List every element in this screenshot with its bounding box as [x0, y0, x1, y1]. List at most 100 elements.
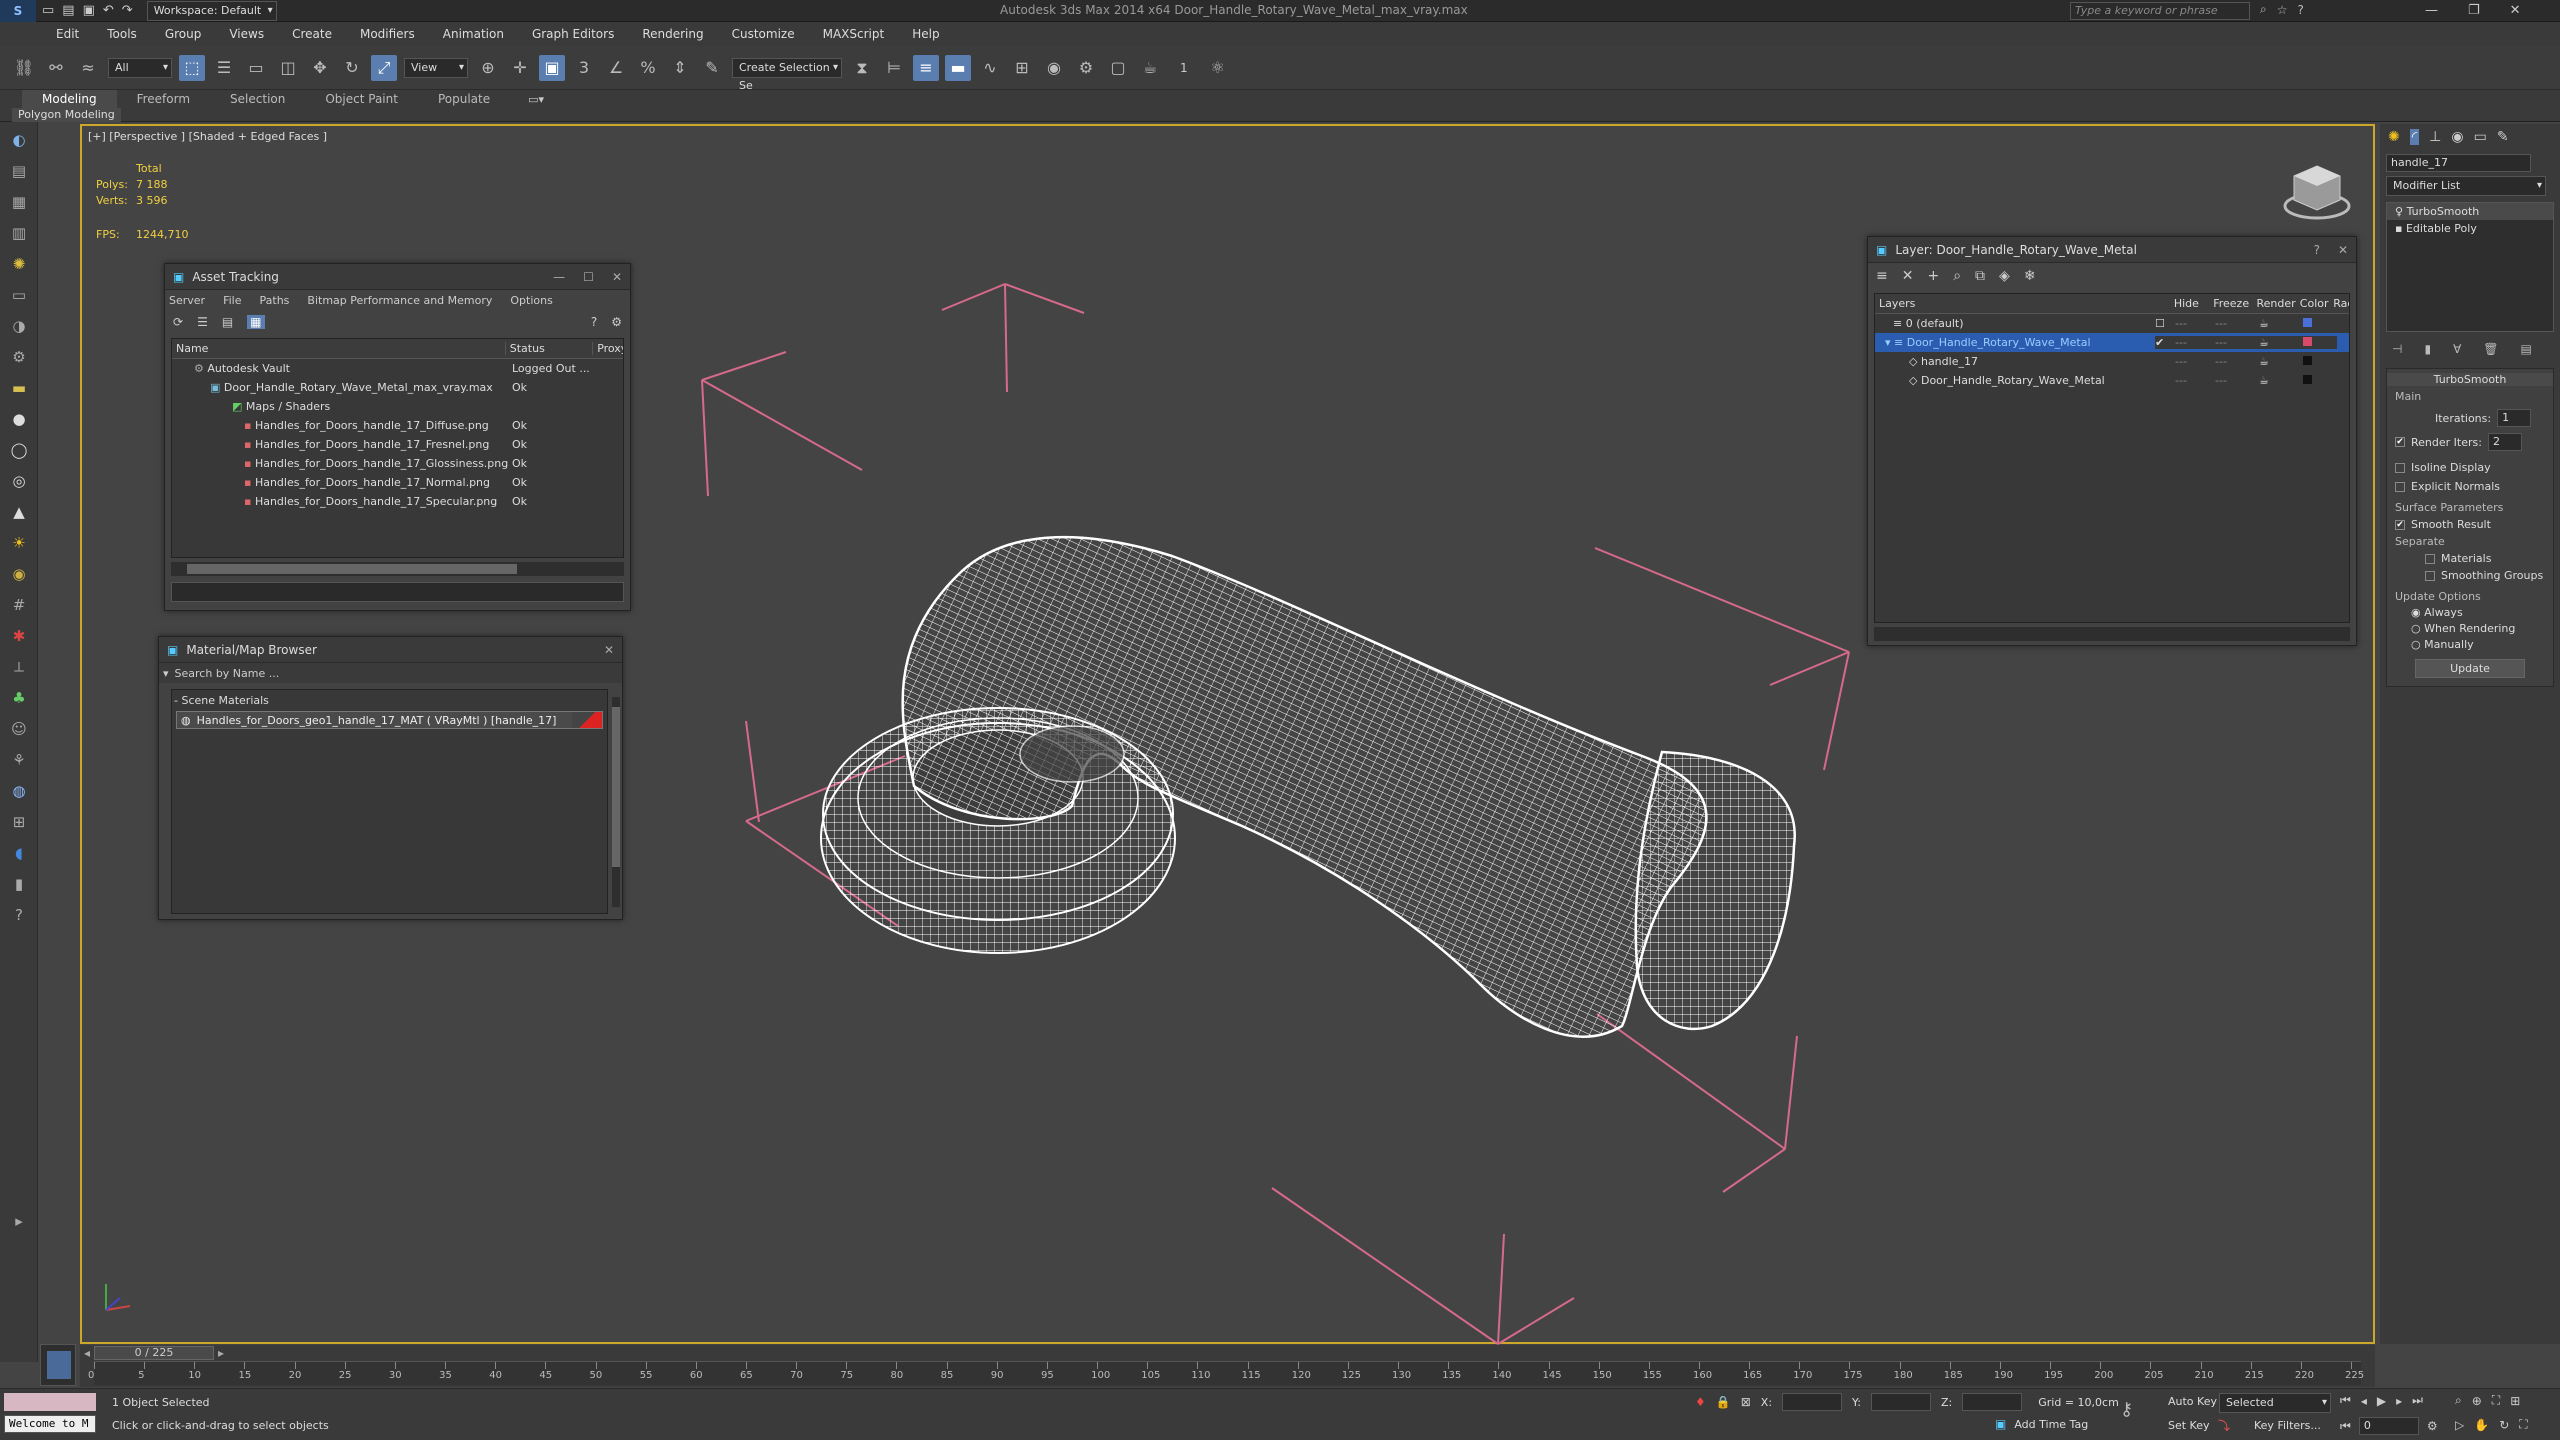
graphite-toolbar-icon[interactable]: ▬ [945, 54, 971, 81]
next-frame-icon[interactable]: ▸ [2396, 1394, 2402, 1408]
table-row[interactable]: ▪ Handles_for_Doors_handle_17_Glossiness… [172, 454, 623, 473]
rect-selection-icon[interactable]: ▭ [243, 55, 269, 81]
freeze-toggle[interactable]: --- [2215, 355, 2259, 368]
table-row[interactable]: ▣ Door_Handle_Rotary_Wave_Metal_max_vray… [172, 378, 623, 397]
percent-snap-icon[interactable]: % [635, 55, 661, 81]
close-icon[interactable]: ✕ [2510, 0, 2521, 22]
minimize-icon[interactable]: — [2425, 0, 2438, 22]
material-editor-icon[interactable]: ◉ [1041, 55, 1067, 81]
time-slider[interactable]: 0 / 225 [94, 1346, 214, 1360]
table-row[interactable]: ▪ Handles_for_Doors_handle_17_Specular.p… [172, 492, 623, 511]
render-setup-icon[interactable]: ⚙ [1073, 55, 1099, 81]
grid-icon[interactable]: # [6, 592, 32, 618]
stack-item-turbosmooth[interactable]: ♀ TurboSmooth [2387, 203, 2553, 220]
set-key-icon[interactable]: ⤵ [2218, 1417, 2230, 1434]
star-icon[interactable]: ☆ [2277, 3, 2288, 17]
x-field[interactable] [1782, 1393, 1843, 1411]
search-input[interactable]: Type a keyword or phrase [2070, 2, 2250, 20]
key-mode-dropdown[interactable]: Selected [2219, 1393, 2331, 1413]
sun-icon[interactable]: ☀ [6, 530, 32, 556]
col-layers[interactable]: Layers [1875, 297, 2170, 310]
app-logo-icon[interactable]: S [0, 0, 36, 22]
maximize-viewport-icon[interactable]: ⛶ [2519, 1417, 2527, 1432]
bulb-icon[interactable]: ♀ [2395, 205, 2407, 218]
render-icon[interactable]: ☕ [1137, 55, 1163, 81]
render-teapot-icon[interactable]: ☕ [2259, 317, 2303, 330]
rollout-title[interactable]: TurboSmooth [2387, 373, 2553, 386]
mini-listener[interactable] [40, 1344, 76, 1386]
col-render[interactable]: Render [2253, 297, 2296, 310]
smooth-result-checkbox[interactable]: ✔ [2395, 520, 2405, 530]
ribbon-options-icon[interactable]: ▭▾ [528, 93, 544, 106]
remove-modifier-icon[interactable]: 🗑 [2483, 342, 2498, 356]
container-icon[interactable]: ▤ [6, 158, 32, 184]
set-key-button[interactable]: Set Key [2168, 1419, 2210, 1432]
col-status[interactable]: Status [506, 342, 594, 355]
help-icon[interactable]: ? [591, 315, 597, 329]
asset-tracking-header[interactable]: ▣ Asset Tracking — ☐ ✕ [165, 264, 630, 290]
hierarchy-tab-icon[interactable]: ⊥ [2429, 129, 2441, 145]
col-proxy[interactable]: Proxy [593, 342, 623, 355]
maximize-icon[interactable]: ❐ [2468, 0, 2480, 22]
new-icon[interactable]: ▭ [42, 3, 54, 18]
window-crossing-icon[interactable]: ◫ [275, 55, 301, 81]
unlink-icon[interactable]: ⚯ [43, 55, 69, 81]
network-icon[interactable]: ⊞ [6, 809, 32, 835]
table-row[interactable]: ⚙ Autodesk Vault Logged Out ... [172, 359, 623, 378]
vray-icon[interactable]: ◖ [6, 840, 32, 866]
dropdown-arrow-icon[interactable]: ▾ [163, 667, 169, 680]
time-next-icon[interactable]: ▸ [214, 1346, 228, 1360]
render-teapot-icon[interactable]: ☕ [2259, 355, 2303, 368]
make-unique-icon[interactable]: ∀ [2453, 342, 2461, 356]
menu-server[interactable]: Server [169, 294, 205, 307]
field-of-view-icon[interactable]: ▷ [2455, 1418, 2464, 1432]
horizontal-scrollbar[interactable] [171, 562, 624, 576]
sphere-icon[interactable]: ● [6, 406, 32, 432]
scale-icon[interactable]: ⤢ [371, 54, 397, 81]
motion-tab-icon[interactable]: ◉ [2451, 129, 2463, 145]
pivot-center-icon[interactable]: ⊕ [475, 55, 501, 81]
mirror-icon[interactable]: ⧗ [849, 55, 875, 81]
new-layer-icon[interactable]: ≡ [1876, 268, 1888, 284]
table-view-icon[interactable]: ▤ [222, 315, 233, 329]
select-by-name-icon[interactable]: ☰ [211, 55, 237, 81]
zoom-icon[interactable]: ⌕ [2455, 1393, 2462, 1408]
hide-toggle[interactable]: --- [2175, 355, 2215, 368]
play-icon[interactable]: ▶ [2377, 1394, 2386, 1408]
iterations-spinner[interactable]: 1 [2497, 409, 2532, 427]
display-tab-icon[interactable]: ▭ [2474, 129, 2487, 145]
menu-create[interactable]: Create [278, 22, 346, 46]
cylinder-icon[interactable]: ◯ [6, 437, 32, 463]
layer-color-swatch[interactable] [2303, 375, 2312, 384]
grid-view-icon[interactable]: ▦ [247, 315, 265, 329]
isoline-checkbox[interactable] [2395, 463, 2405, 473]
delete-layer-icon[interactable]: ✕ [1902, 268, 1914, 284]
layer-row[interactable]: ≡ 0 (default) ☐ --- --- ☕ [1875, 314, 2349, 333]
modify-tab-icon[interactable]: ◜ [2409, 129, 2420, 145]
menu-tools[interactable]: Tools [93, 22, 151, 46]
key-icon[interactable]: ⚷ [2120, 1399, 2133, 1420]
light-icon[interactable]: ✺ [6, 251, 32, 277]
torus-icon[interactable]: ◎ [6, 468, 32, 494]
hide-toggle[interactable]: --- [2175, 336, 2215, 349]
render-iters-spinner[interactable]: 2 [2487, 433, 2522, 451]
layer-icon[interactable]: ▥ [6, 220, 32, 246]
material-item[interactable]: ◍ Handles_for_Doors_geo1_handle_17_MAT (… [176, 711, 603, 729]
helper-icon[interactable]: ▭ [6, 282, 32, 308]
binoculars-icon[interactable]: ⌕ [2260, 2, 2267, 17]
spacewarp-icon[interactable]: ◑ [6, 313, 32, 339]
maximize-icon[interactable]: ☐ [583, 270, 594, 284]
menu-help[interactable]: Help [898, 22, 953, 46]
teapot-icon[interactable]: ◉ [6, 561, 32, 587]
time-prev-icon[interactable]: ◂ [80, 1346, 94, 1360]
open-icon[interactable]: ▤ [62, 3, 74, 18]
bone-icon[interactable]: ⟂ [6, 654, 32, 680]
viewcube[interactable] [2282, 160, 2352, 222]
layer-color-swatch[interactable] [2303, 356, 2312, 365]
zoom-extents-icon[interactable]: ⛶ [2492, 1393, 2500, 1408]
table-row[interactable]: ◩ Maps / Shaders [172, 397, 623, 416]
layer-color-swatch[interactable] [2303, 318, 2312, 327]
select-object-icon[interactable]: ⬚ [179, 54, 205, 81]
always-radio[interactable]: ◉ [2411, 606, 2424, 619]
maxscript-input[interactable]: Welcome to M [4, 1415, 96, 1433]
